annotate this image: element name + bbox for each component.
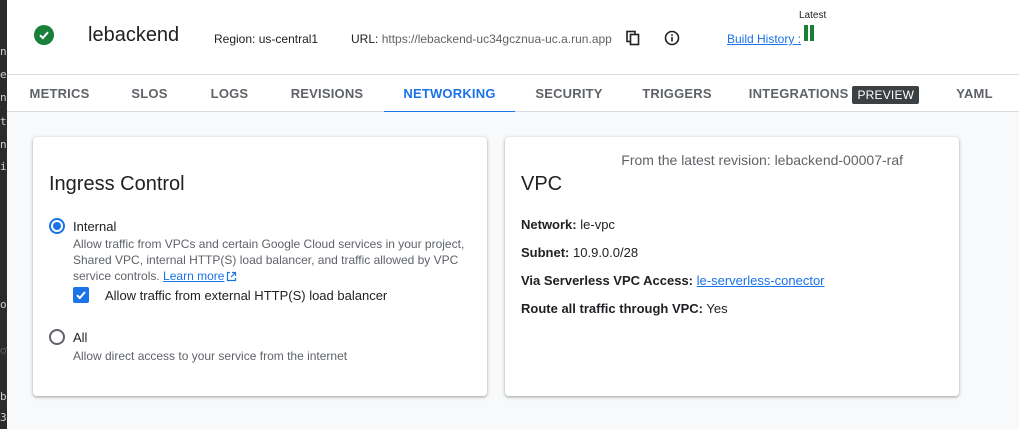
region-value: us-central1	[258, 32, 319, 46]
tab-slos[interactable]: SLOS	[117, 75, 182, 112]
check-circle-icon	[34, 25, 54, 45]
build-history-suffix: :	[797, 32, 802, 46]
ingress-title: Ingress Control	[49, 173, 185, 195]
tab-label: INTEGRATIONS	[748, 86, 849, 101]
external-lb-label: Allow traffic from external HTTP(S) load…	[105, 288, 388, 303]
side-fragment: n	[0, 91, 7, 104]
latest-revision-note: From the latest revision: lebackend-0000…	[621, 152, 903, 168]
subnet-label: Subnet:	[521, 245, 570, 260]
vpc-route-row: Route all traffic through VPC: Yes	[521, 301, 728, 316]
tab-triggers[interactable]: TRIGGERS	[632, 75, 722, 112]
service-name: lebackend	[88, 24, 180, 46]
preview-badge: PREVIEW	[852, 85, 920, 104]
tab-label: NETWORKING	[403, 86, 496, 101]
vpc-access-row: Via Serverless VPC Access: le-serverless…	[521, 273, 825, 288]
route-label: Route all traffic through VPC:	[521, 301, 703, 316]
tab-label: YAML	[956, 86, 993, 101]
build-history-link[interactable]: Build History :	[727, 32, 801, 46]
tab-integrations[interactable]: INTEGRATIONS PREVIEW	[745, 75, 923, 112]
region: Region: us-central1	[214, 32, 318, 46]
checkmark-icon	[76, 291, 86, 300]
region-label: Region:	[214, 32, 256, 46]
external-link-icon	[227, 271, 237, 282]
build-history-label: Build History	[727, 32, 795, 46]
tab-label: TRIGGERS	[642, 86, 712, 101]
side-fragment: e	[0, 68, 7, 81]
internal-description: Allow traffic from VPCs and certain Goog…	[73, 236, 483, 284]
side-fragment: t\	[0, 115, 7, 128]
route-value: Yes	[706, 301, 728, 316]
tab-label: SECURITY	[535, 86, 603, 101]
internal-desc-line: Shared VPC, internal HTTP(S) load balanc…	[73, 253, 459, 267]
copy-icon[interactable]	[625, 30, 641, 46]
info-icon[interactable]	[664, 30, 680, 46]
tab-revisions[interactable]: REVISIONS	[277, 75, 377, 112]
service-header: lebackend Region: us-central1 URL: https…	[7, 0, 1019, 75]
side-fragment: n	[0, 45, 7, 58]
tab-label: REVISIONS	[290, 86, 364, 101]
subnet-value: 10.9.0.0/28	[573, 245, 639, 260]
all-radio[interactable]	[49, 329, 65, 345]
tab-yaml[interactable]: YAML	[942, 75, 1007, 112]
url-value: https://lebackend-uc34gcznua-uc.a.run.ap…	[381, 32, 612, 46]
internal-desc-line: Allow traffic from VPCs and certain Goog…	[73, 237, 465, 251]
tab-label: LOGS	[210, 86, 249, 101]
vpc-title: VPC	[521, 173, 563, 195]
learn-more-link[interactable]: Learn more	[163, 269, 224, 283]
access-label: Via Serverless VPC Access:	[521, 273, 694, 288]
networking-content: Ingress Control Internal Allow traffic f…	[7, 112, 1019, 429]
latest-build-label: Latest	[799, 10, 827, 21]
vpc-subnet-row: Subnet: 10.9.0.0/28	[521, 245, 638, 260]
all-label: All	[73, 330, 88, 345]
all-description: Allow direct access to your service from…	[73, 349, 348, 363]
ingress-control-card: Ingress Control Internal Allow traffic f…	[33, 137, 487, 396]
side-fragment: ic	[0, 160, 7, 173]
tab-security[interactable]: SECURITY	[524, 75, 614, 112]
side-fragment: b	[0, 390, 7, 403]
internal-radio[interactable]	[49, 218, 65, 234]
service-url: URL: https://lebackend-uc34gcznua-uc.a.r…	[351, 32, 612, 46]
side-fragment: oj	[0, 298, 7, 311]
vpc-card: From the latest revision: lebackend-0000…	[505, 137, 959, 396]
url-label: URL:	[351, 32, 379, 46]
side-fragment: n	[0, 138, 7, 151]
tab-bar: METRICS SLOS LOGS REVISIONS NETWORKING S…	[7, 75, 1019, 113]
internal-desc-line-3: service controls. Learn more	[73, 268, 483, 284]
side-fragment: 3	[0, 411, 7, 424]
tab-label: SLOS	[131, 86, 168, 101]
tab-logs[interactable]: LOGS	[197, 75, 262, 112]
tab-networking[interactable]: NETWORKING	[384, 75, 515, 113]
network-value: le-vpc	[580, 217, 615, 232]
side-fragment: ा	[0, 344, 7, 357]
tab-metrics[interactable]: METRICS	[17, 75, 102, 112]
tab-label: METRICS	[29, 86, 90, 101]
external-lb-checkbox[interactable]	[73, 287, 89, 303]
vpc-connector-link[interactable]: le-serverless-conector	[697, 273, 825, 288]
build-status-icon[interactable]	[804, 25, 814, 41]
internal-desc-text: service controls.	[73, 269, 160, 283]
side-panel-edge: n e n t\ n ic oj ा b 3	[0, 0, 7, 429]
network-label: Network:	[521, 217, 577, 232]
vpc-network-row: Network: le-vpc	[521, 217, 615, 232]
internal-label: Internal	[73, 219, 117, 234]
